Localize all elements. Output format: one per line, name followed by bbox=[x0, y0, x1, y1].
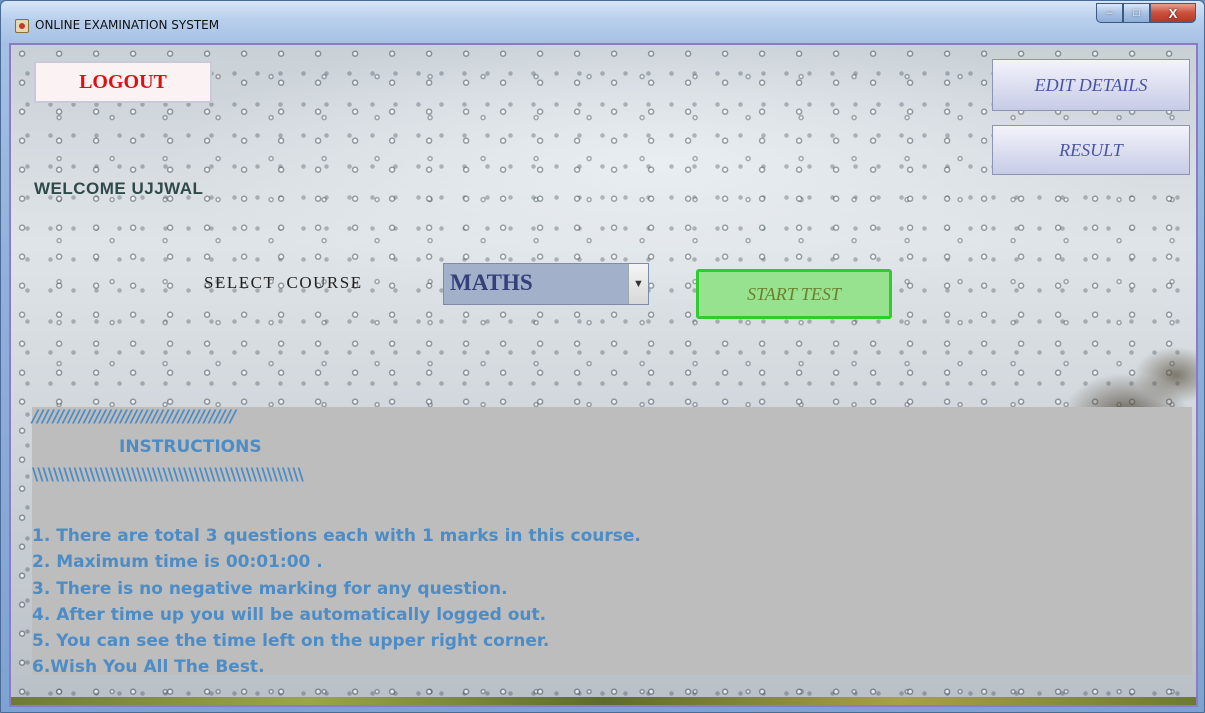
main-panel: LOGOUT EDIT DETAILS RESULT WELCOME UJJWA… bbox=[9, 43, 1198, 707]
select-course-label: SELECT COURSE bbox=[204, 273, 363, 292]
instruction-item: 5. You can see the time left on the uppe… bbox=[32, 631, 550, 652]
title-bar[interactable]: ONLINE EXAMINATION SYSTEM – □ X bbox=[1, 1, 1204, 43]
result-button[interactable]: RESULT bbox=[992, 125, 1190, 175]
instruction-item: 4. After time up you will be automatical… bbox=[32, 604, 547, 625]
instructions-heading: INSTRUCTIONS bbox=[119, 437, 262, 457]
instruction-item: 2. Maximum time is 00:01:00 . bbox=[32, 552, 323, 573]
instruction-item: 3. There is no negative marking for any … bbox=[32, 578, 508, 599]
instructions-divider-bottom: \\\\\\\\\\\\\\\\\\\\\\\\\\\\\\\\\\\\\\\\… bbox=[32, 465, 304, 485]
java-app-icon bbox=[15, 19, 29, 33]
start-test-button[interactable]: START TEST bbox=[696, 269, 892, 319]
welcome-label: WELCOME UJJWAL bbox=[34, 179, 204, 198]
chevron-down-icon[interactable]: ▼ bbox=[628, 264, 648, 304]
edit-details-button[interactable]: EDIT DETAILS bbox=[992, 59, 1190, 111]
logout-button[interactable]: LOGOUT bbox=[34, 61, 212, 103]
grass-strip bbox=[11, 697, 1196, 705]
window-controls: – □ X bbox=[1096, 3, 1196, 23]
instruction-item: 1. There are total 3 questions each with… bbox=[32, 526, 641, 546]
minimize-button[interactable]: – bbox=[1096, 3, 1123, 23]
course-dropdown[interactable]: MATHS ▼ bbox=[443, 263, 649, 305]
close-button[interactable]: X bbox=[1150, 3, 1196, 23]
course-selected-value: MATHS bbox=[450, 270, 533, 295]
instructions-divider-top: /////////////////////////////////////// bbox=[32, 407, 236, 427]
app-window: ONLINE EXAMINATION SYSTEM – □ X LOGOUT E… bbox=[0, 0, 1205, 713]
maximize-button[interactable]: □ bbox=[1123, 3, 1150, 23]
window-title: ONLINE EXAMINATION SYSTEM bbox=[35, 18, 220, 32]
instruction-item: 6.Wish You All The Best. bbox=[32, 657, 265, 678]
instructions-panel: /////////////////////////////////////// … bbox=[32, 407, 1192, 677]
instructions-list: 1. There are total 3 questions each with… bbox=[32, 523, 641, 681]
